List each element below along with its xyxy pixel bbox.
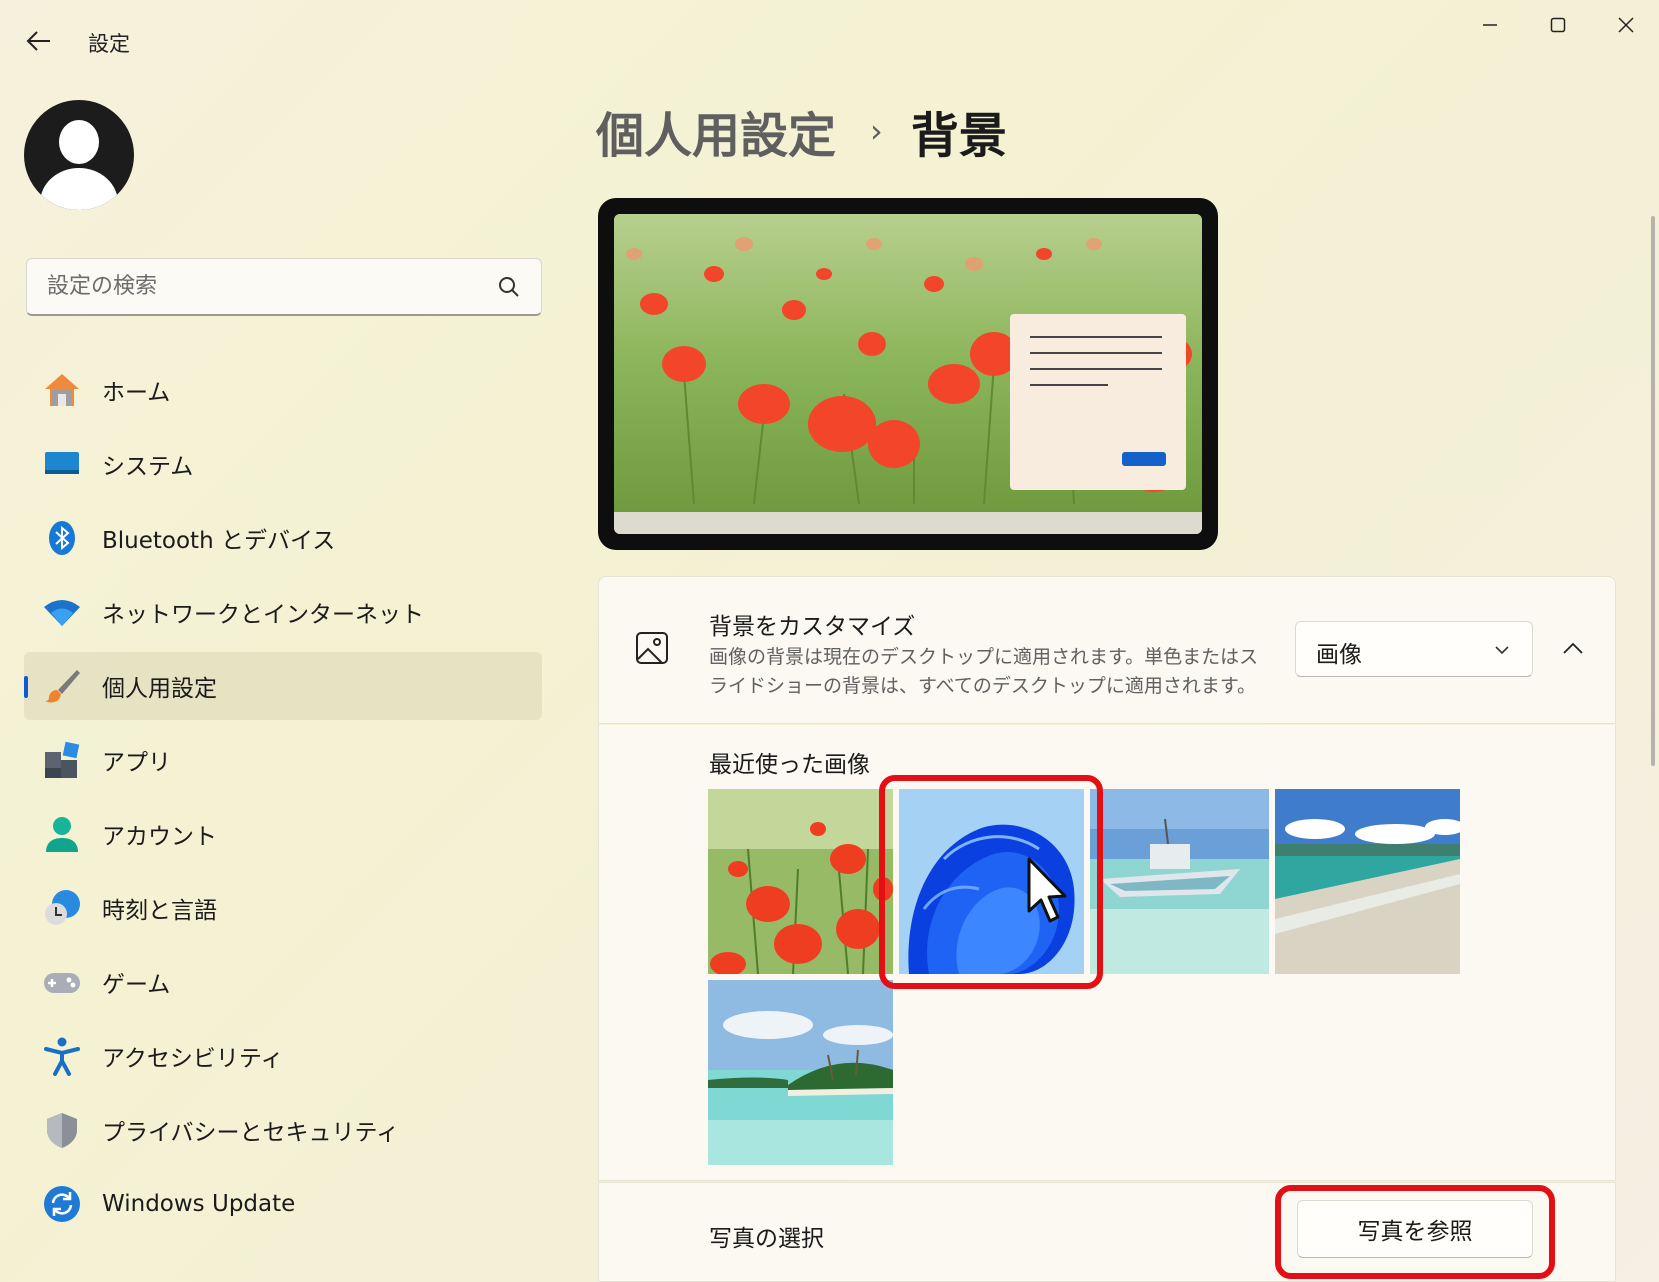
app-title: 設定 <box>88 32 130 56</box>
sidebar-item-privacy-security[interactable]: プライバシーとセキュリティ <box>24 1096 542 1164</box>
collapse-button[interactable] <box>1553 629 1593 669</box>
sidebar-item-label: アカウント <box>102 824 217 850</box>
search-box <box>26 258 542 316</box>
sidebar-item-network[interactable]: ネットワークとインターネット <box>24 578 542 646</box>
sidebar-item-label: システム <box>102 454 194 480</box>
preview-window-mock <box>1010 314 1186 490</box>
sidebar-item-label: ゲーム <box>102 972 171 998</box>
shield-icon <box>42 1110 82 1150</box>
bluetooth-icon <box>42 518 82 558</box>
brush-icon <box>42 666 82 706</box>
thumb-boat[interactable] <box>1090 789 1269 974</box>
sidebar-item-label: アプリ <box>102 750 171 776</box>
thumb-beach[interactable] <box>1275 789 1460 974</box>
scrollbar[interactable] <box>1651 216 1655 766</box>
dropdown-value: 画像 <box>1316 642 1362 668</box>
preview-taskbar <box>614 512 1202 534</box>
sidebar-item-label: アクセシビリティ <box>102 1046 284 1072</box>
thumb-poppies[interactable] <box>708 789 893 974</box>
preview-window-button <box>1122 452 1166 466</box>
sidebar-item-label: ネットワークとインターネット <box>102 602 424 628</box>
search-input[interactable] <box>27 259 467 314</box>
thumb-island[interactable] <box>708 980 893 1165</box>
choose-photo-row: 写真の選択 写真を参照 <box>598 1182 1616 1282</box>
breadcrumb: 個人用設定 › 背景 <box>596 96 1007 166</box>
breadcrumb-separator: › <box>870 112 883 150</box>
sidebar-item-time-language[interactable]: 時刻と言語 <box>24 874 542 942</box>
minimize-button[interactable] <box>1462 6 1518 44</box>
sidebar-item-home[interactable]: ホーム <box>24 356 542 424</box>
close-button[interactable] <box>1598 6 1654 44</box>
back-arrow-icon <box>26 31 50 51</box>
sidebar-item-accounts[interactable]: アカウント <box>24 800 542 868</box>
sidebar-item-label: Bluetooth とデバイス <box>102 528 336 554</box>
back-button[interactable] <box>20 22 58 60</box>
system-icon <box>42 444 82 484</box>
choose-photo-label: 写真の選択 <box>709 1226 824 1252</box>
sidebar-item-label: Windows Update <box>102 1191 296 1217</box>
account-icon <box>42 814 82 854</box>
preview-wallpaper-poppies <box>614 214 1202 534</box>
image-icon <box>636 632 668 664</box>
time-language-icon <box>42 888 82 928</box>
home-icon <box>42 370 82 410</box>
maximize-button[interactable] <box>1530 6 1586 44</box>
sidebar-item-gaming[interactable]: ゲーム <box>24 948 542 1016</box>
sidebar-item-bluetooth[interactable]: Bluetooth とデバイス <box>24 504 542 572</box>
page-title: 背景 <box>910 108 1007 164</box>
avatar[interactable] <box>24 100 134 210</box>
maximize-icon <box>1550 17 1566 33</box>
sidebar-item-accessibility[interactable]: アクセシビリティ <box>24 1022 542 1090</box>
browse-button-highlight <box>1275 1185 1555 1279</box>
sidebar-item-apps[interactable]: アプリ <box>24 726 542 794</box>
sidebar-item-label: ホーム <box>102 380 171 406</box>
customize-background-card: 背景をカスタマイズ 画像の背景は現在のデスクトップに適用されます。単色またはスラ… <box>598 576 1616 724</box>
sidebar-item-label: 個人用設定 <box>102 676 217 702</box>
close-icon <box>1618 17 1634 33</box>
title-bar: 設定 <box>0 0 1659 80</box>
desktop-preview <box>598 198 1218 550</box>
avatar-head-shape <box>59 120 99 164</box>
apps-icon <box>42 740 82 780</box>
minimize-icon <box>1483 24 1497 26</box>
chevron-down-icon <box>1495 646 1509 655</box>
avatar-body-shape <box>40 168 118 210</box>
sidebar-item-personalization[interactable]: 個人用設定 <box>24 652 542 720</box>
sidebar-item-label: プライバシーとセキュリティ <box>102 1120 400 1146</box>
sidebar-nav: ホーム システム Bluetooth とデバイス ネットワークとインターネット … <box>24 356 542 1244</box>
background-type-dropdown[interactable]: 画像 <box>1295 621 1533 677</box>
breadcrumb-parent[interactable]: 個人用設定 <box>596 96 836 166</box>
wifi-icon <box>42 592 82 632</box>
customize-title: 背景をカスタマイズ <box>709 614 916 640</box>
gamepad-icon <box>42 962 82 1002</box>
customize-description: 画像の背景は現在のデスクトップに適用されます。単色またはスライドショーの背景は、… <box>709 646 1259 697</box>
sidebar-item-windows-update[interactable]: Windows Update <box>24 1170 542 1238</box>
chevron-up-icon <box>1563 642 1583 654</box>
sidebar-item-system[interactable]: システム <box>24 430 542 498</box>
selected-image-highlight <box>879 775 1103 989</box>
update-icon <box>42 1184 82 1224</box>
search-icon[interactable] <box>497 275 521 299</box>
sidebar-item-label: 時刻と言語 <box>102 898 217 924</box>
accessibility-icon <box>42 1036 82 1076</box>
recent-images-section: 最近使った画像 <box>598 725 1616 1181</box>
recent-images-label: 最近使った画像 <box>709 752 870 778</box>
